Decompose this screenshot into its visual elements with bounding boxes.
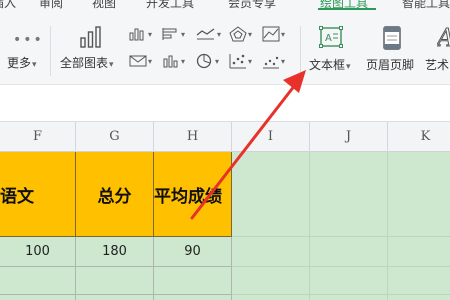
cell-text: 平均成绩	[154, 186, 222, 207]
column-header-j[interactable]: J	[310, 122, 388, 152]
more-button[interactable]: 更多▾	[7, 54, 37, 71]
textbox-icon[interactable]: A	[319, 26, 343, 48]
bar-chart-icon	[129, 28, 144, 41]
ribbon-toolbar: ••• 更多▾ 全部图表▾ ▾ ▾ ▾ ▾ ▾ ▾ ▾ ▾ ▾ ▾ A 文本框▾…	[0, 10, 450, 85]
all-charts-button[interactable]: 全部图表▾	[60, 54, 114, 71]
data-cell[interactable]: 180	[76, 237, 154, 267]
stock-chart-button[interactable]: ▾	[129, 53, 159, 69]
dotted-chart-icon	[263, 56, 279, 69]
horizontal-bar-icon	[162, 28, 177, 40]
divider	[300, 26, 301, 76]
textbox-label: 文本框	[309, 58, 346, 72]
header-cell-average[interactable]: 平均成绩	[154, 152, 232, 237]
area-chart-button[interactable]: ▾	[262, 26, 292, 42]
column-header-h[interactable]: H	[154, 122, 232, 152]
formula-bar-area	[0, 85, 450, 122]
column-header-k[interactable]: K	[388, 122, 450, 152]
svg-text:A: A	[437, 24, 450, 50]
tab-developer[interactable]: 开发工具	[146, 0, 194, 10]
data-cell[interactable]	[154, 295, 232, 300]
scatter-chart-button[interactable]: ▾	[229, 53, 259, 69]
line-chart-button[interactable]: ▾	[196, 26, 226, 42]
pie-chart-icon	[196, 53, 212, 69]
column-header-f[interactable]: F	[0, 122, 76, 152]
other-chart-button[interactable]: ▾	[262, 53, 292, 69]
header-cell-chinese[interactable]: 语文	[0, 152, 76, 237]
combo-chart-button[interactable]: ▾	[162, 53, 192, 69]
scatter-chart-icon	[229, 54, 246, 69]
more-icon[interactable]: •••	[13, 32, 44, 48]
tab-view[interactable]: 视图	[92, 0, 116, 10]
grid-line	[309, 152, 310, 300]
wordart-icon[interactable]: A	[437, 24, 450, 50]
tab-insert[interactable]: 插入	[0, 0, 16, 10]
data-cell[interactable]	[154, 267, 232, 295]
tab-smart-tools[interactable]: 智能工具	[402, 0, 450, 10]
cell-text: 100	[25, 244, 50, 259]
column-chart-button[interactable]: ▾	[129, 26, 159, 42]
header-cell-total[interactable]: 总分	[76, 152, 154, 237]
sheet-grid[interactable]: 语文 总分 平均成绩 100 180 90	[0, 152, 450, 300]
data-cell[interactable]	[76, 295, 154, 300]
column-header-bar: F G H I J K	[0, 122, 450, 152]
cell-text: 180	[102, 244, 127, 259]
svg-text:A: A	[325, 33, 332, 44]
data-cell[interactable]	[76, 267, 154, 295]
cell-text: 总分	[97, 186, 132, 207]
data-cell[interactable]	[0, 267, 76, 295]
data-cell[interactable]: 100	[0, 237, 76, 267]
pie-chart-button[interactable]: ▾	[196, 53, 226, 69]
all-charts-icon[interactable]	[78, 24, 104, 50]
bar-chart-button[interactable]: ▾	[162, 26, 192, 42]
combo-chart-icon	[163, 55, 178, 68]
area-chart-icon	[262, 26, 280, 42]
cell-text: 90	[184, 244, 201, 259]
all-charts-label: 全部图表	[60, 56, 109, 70]
tab-review[interactable]: 审阅	[39, 0, 63, 10]
ribbon-tab-bar: 插入 审阅 视图 开发工具 会员专享 绘图工具 智能工具	[0, 0, 450, 10]
tab-member[interactable]: 会员专享	[228, 0, 276, 10]
grid-line	[387, 152, 388, 300]
header-footer-icon[interactable]	[382, 26, 402, 50]
data-cell[interactable]	[0, 295, 76, 300]
envelope-chart-icon	[129, 55, 147, 67]
divider	[50, 26, 51, 76]
header-footer-button[interactable]: 页眉页脚	[366, 56, 414, 73]
radar-chart-button[interactable]: ▾	[229, 26, 259, 42]
more-label: 更多	[7, 56, 32, 70]
data-cell[interactable]: 90	[154, 237, 232, 267]
cell-text: 语文	[0, 186, 34, 207]
wordart-button[interactable]: 艺术	[425, 56, 449, 73]
column-header-i[interactable]: I	[232, 122, 310, 152]
column-header-g[interactable]: G	[76, 122, 154, 152]
line-chart-icon	[196, 28, 215, 40]
textbox-button[interactable]: 文本框▾	[309, 56, 351, 73]
radar-chart-icon	[229, 26, 247, 42]
